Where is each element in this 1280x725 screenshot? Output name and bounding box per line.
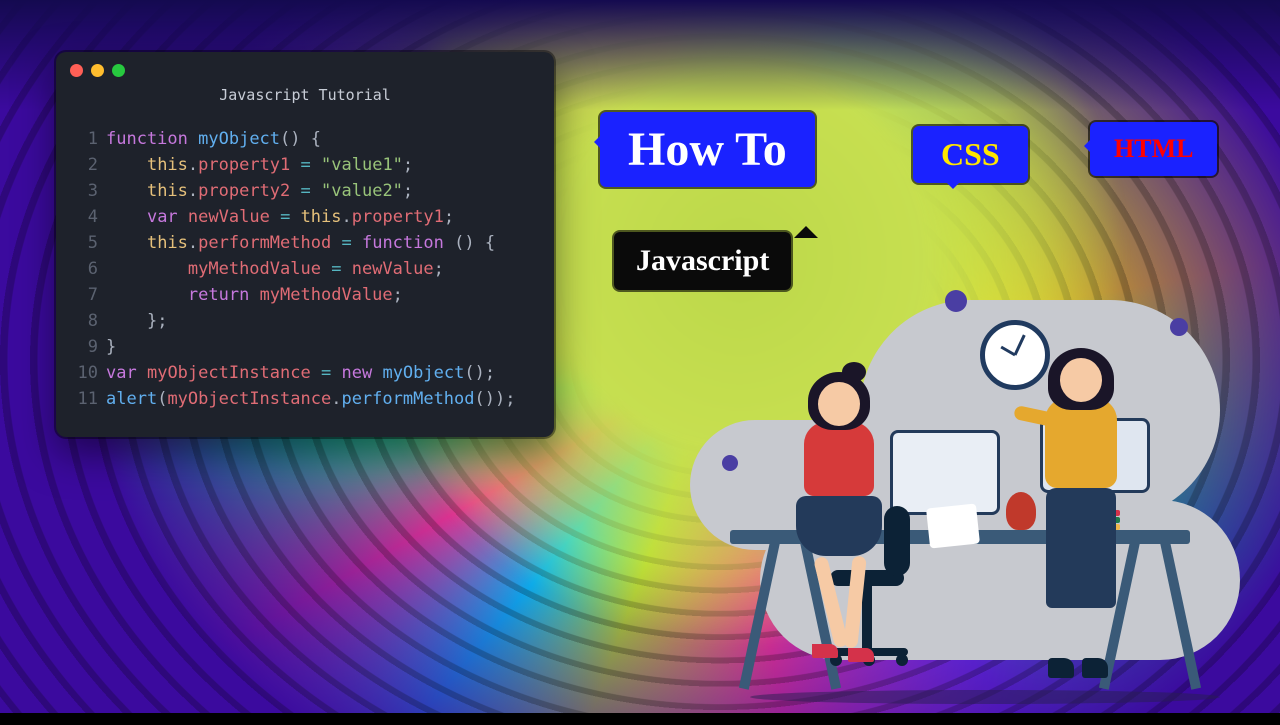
illustration-person-seated: [818, 382, 882, 656]
code-block: 1function myObject() { 2 this.property1 …: [56, 104, 554, 412]
maximize-icon: [112, 64, 125, 77]
paper-icon: [926, 503, 980, 548]
bottom-border: [0, 713, 1280, 725]
label-html: HTML: [1090, 122, 1217, 176]
minimize-icon: [91, 64, 104, 77]
editor-title: Javascript Tutorial: [56, 52, 554, 104]
clock-icon: [980, 320, 1050, 390]
close-icon: [70, 64, 83, 77]
monitor-icon: [890, 430, 1000, 515]
code-editor-card: Javascript Tutorial 1function myObject()…: [56, 52, 554, 437]
illustration-office: [660, 270, 1260, 710]
label-how-to: How To: [600, 112, 815, 187]
window-traffic-lights: [70, 64, 125, 77]
vase-icon: [1006, 492, 1036, 530]
label-css: CSS: [913, 126, 1028, 183]
illustration-person-standing: [1060, 358, 1117, 608]
